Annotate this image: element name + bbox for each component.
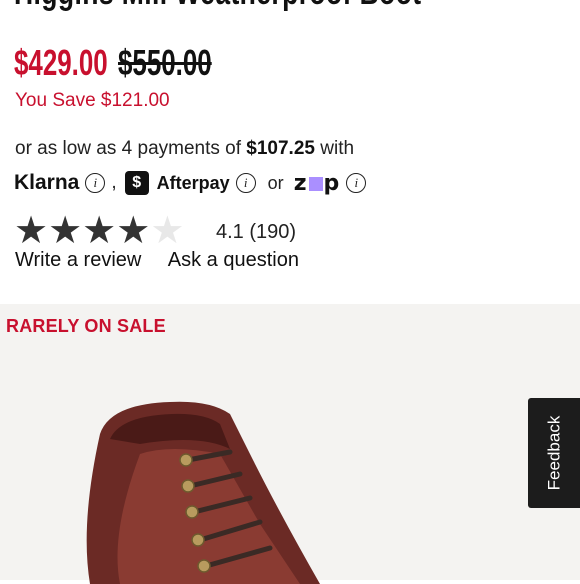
installments-text: or as low as 4 payments of $107.25 with: [15, 138, 354, 160]
klarna-logo[interactable]: Klarna: [14, 171, 79, 195]
zip-info-icon[interactable]: i: [346, 173, 367, 193]
write-review-link[interactable]: Write a review: [15, 249, 141, 271]
ask-question-link[interactable]: Ask a question: [168, 249, 299, 271]
feedback-label: Feedback: [544, 415, 564, 491]
feedback-tab[interactable]: Feedback: [528, 398, 580, 508]
comma-separator: ,: [111, 172, 117, 193]
klarna-info-icon[interactable]: i: [85, 173, 106, 193]
price-row: $429.00 $550.00: [14, 42, 249, 86]
star-rating[interactable]: ★ ★ ★ ★ ★: [14, 212, 184, 250]
zip-logo-right: p: [323, 170, 341, 196]
star-filled-icon: ★: [116, 210, 151, 252]
star-filled-icon: ★: [82, 210, 117, 252]
star-filled-icon: ★: [14, 210, 49, 252]
rating-count[interactable]: 4.1 (190): [216, 221, 296, 244]
zip-logo[interactable]: zp: [294, 171, 341, 196]
product-image-area[interactable]: RARELY ON SALE: [0, 304, 580, 584]
or-separator: or: [267, 172, 284, 193]
zip-logo-left: z: [293, 170, 308, 196]
rarely-on-sale-badge: RARELY ON SALE: [6, 316, 166, 336]
afterpay-logo[interactable]: Afterpay: [157, 173, 230, 194]
you-save-text: You Save $121.00: [15, 90, 170, 111]
boot-image: [86, 401, 321, 584]
afterpay-info-icon[interactable]: i: [235, 173, 256, 193]
star-filled-icon: ★: [48, 210, 83, 252]
installment-amount: $107.25: [246, 138, 315, 159]
installments-suffix: with: [320, 138, 355, 159]
review-links: Write a review Ask a question: [15, 249, 321, 272]
sale-price: $429.00: [14, 42, 108, 83]
original-price: $550.00: [118, 42, 213, 83]
product-title: Higgins Mill Weatherproof Boot: [14, 0, 451, 14]
afterpay-icon: $: [124, 171, 149, 195]
zip-logo-mark: [308, 176, 323, 191]
installments-prefix: or as low as 4 payments of: [15, 138, 241, 159]
star-empty-icon: ★: [150, 210, 185, 252]
payment-options: Klarna i , $ Afterpay i or zp i: [14, 168, 367, 198]
